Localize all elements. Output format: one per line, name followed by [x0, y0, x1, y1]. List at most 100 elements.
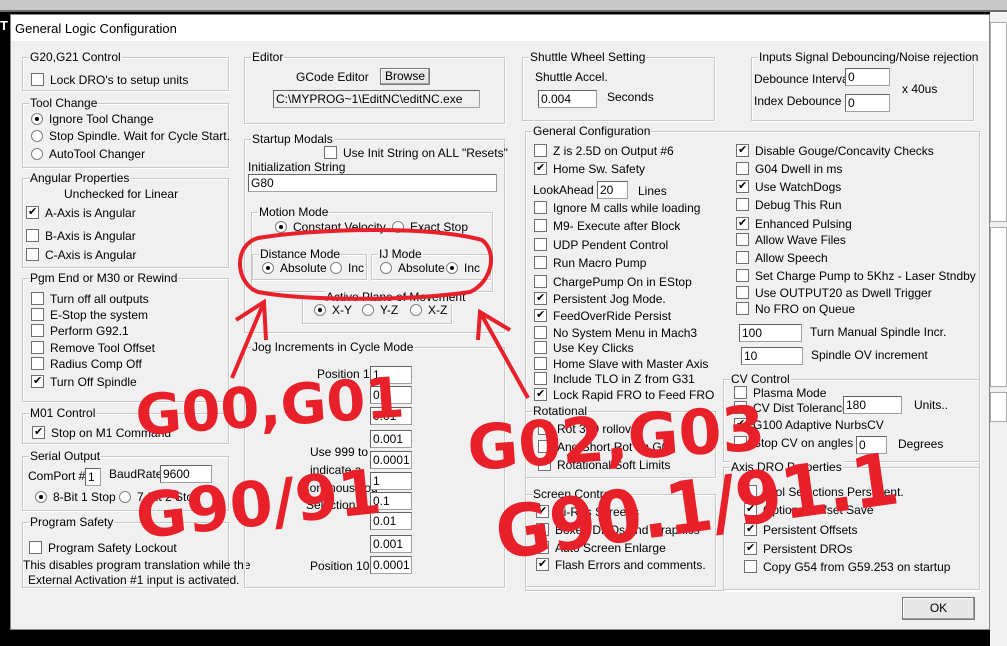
editor-path-field[interactable]: C:\MYPROG~1\EditNC\editNC.exe [273, 90, 480, 108]
angular-axis-checkbox-3[interactable]: C-Axis is Angular [26, 248, 136, 262]
checkbox[interactable] [534, 291, 547, 305]
checkbox[interactable] [736, 302, 749, 315]
axis-dro-checkbox-4[interactable]: Persistent DROs [744, 541, 852, 556]
checkbox[interactable] [736, 286, 749, 299]
general-left-checkbox-2[interactable]: Home Sw. Safety [534, 161, 645, 176]
angular-axis-checkbox-1[interactable]: A-Axis is Angular [26, 205, 136, 220]
browse-button[interactable]: Browse [380, 68, 430, 85]
checkbox[interactable] [26, 229, 39, 242]
angular-axis-checkbox-2[interactable]: B-Axis is Angular [26, 229, 136, 243]
pgm-end-checkbox-5[interactable]: Radius Comp Off [31, 357, 142, 371]
general-right-checkbox-3[interactable]: Use WatchDogs [736, 179, 841, 194]
checkbox[interactable] [534, 238, 547, 251]
radio-button[interactable] [119, 491, 131, 503]
radio-button[interactable] [446, 262, 458, 274]
radio-button[interactable] [392, 221, 404, 233]
tool-change-option-2[interactable]: Stop Spindle. Wait for Cycle Start. [31, 129, 230, 143]
checkbox[interactable] [534, 256, 547, 269]
general-right-checkbox-9[interactable]: Use OUTPUT20 as Dwell Trigger [736, 286, 932, 300]
general-right-checkbox-1[interactable]: Disable Gouge/Concavity Checks [736, 143, 934, 158]
ij-inc-radio[interactable]: Inc [446, 261, 480, 275]
general-right-checkbox-5[interactable]: Enhanced Pulsing [736, 216, 852, 231]
distance-absolute-radio[interactable]: Absolute [262, 261, 327, 275]
checkbox[interactable] [744, 541, 757, 555]
general-right-checkbox-2[interactable]: G04 Dwell in ms [736, 162, 842, 176]
checkbox[interactable] [736, 251, 749, 264]
checkbox[interactable] [736, 198, 749, 211]
general-left-checkbox-9[interactable]: Use Key Clicks [534, 341, 634, 355]
general-left-checkbox-5[interactable]: ChargePump On in EStop [534, 275, 692, 289]
jog-position-9-input[interactable]: 0.001 [370, 535, 412, 553]
general-left-checkbox-1[interactable]: Z is 2.5D on Output #6 [534, 144, 674, 158]
tool-change-option-1[interactable]: Ignore Tool Change [31, 112, 154, 126]
general-left-checkbox-7[interactable]: FeedOverRide Persist [534, 308, 671, 323]
checkbox[interactable] [31, 357, 44, 370]
general-right-checkbox-4[interactable]: Debug This Run [736, 198, 842, 212]
checkbox[interactable] [736, 216, 749, 230]
radio-button[interactable] [35, 491, 47, 503]
general-left-checkbox-4[interactable]: Run Macro Pump [534, 256, 646, 270]
lock-dros-checkbox-1[interactable]: Lock DRO's to setup units [31, 73, 188, 87]
checkbox[interactable] [534, 372, 547, 385]
shuttle-accel-input[interactable]: 0.004 [538, 90, 597, 108]
serial-8bit-radio[interactable]: 8-Bit 1 Stop [35, 490, 116, 504]
radio-button[interactable] [410, 304, 422, 316]
general-left-checkbox-3[interactable]: UDP Pendent Control [534, 238, 668, 252]
pgm-end-checkbox-6[interactable]: Turn Off Spindle [31, 374, 137, 389]
tool-change-option-3[interactable]: AutoTool Changer [31, 147, 145, 161]
general-right-checkbox-7[interactable]: Allow Speech [736, 251, 828, 265]
checkbox[interactable] [736, 143, 749, 157]
index-debounce-input[interactable]: 0 [845, 94, 890, 112]
checkbox[interactable] [534, 275, 547, 288]
ok-button[interactable]: OK [902, 597, 975, 620]
general-left-checkbox-8[interactable]: No System Menu in Mach3 [534, 326, 697, 340]
checkbox[interactable] [736, 162, 749, 175]
checkbox[interactable] [29, 541, 42, 554]
spindle-incr-input[interactable]: 100 [739, 324, 802, 342]
distance-inc-radio[interactable]: Inc [330, 261, 364, 275]
checkbox[interactable] [534, 201, 547, 214]
checkbox[interactable] [31, 324, 44, 337]
constant-velocity-radio[interactable]: Constant Velocity [275, 220, 386, 234]
checkbox[interactable] [324, 146, 337, 159]
checkbox[interactable] [534, 161, 547, 175]
checkbox[interactable] [736, 233, 749, 246]
axis-dro-checkbox-5[interactable]: Copy G54 from G59.253 on startup [744, 560, 950, 574]
comport-input[interactable]: 1 [85, 468, 101, 486]
general-right-checkbox-8[interactable]: Set Charge Pump to 5Khz - Laser Stndby [736, 269, 976, 283]
lookahead-input[interactable]: 20 [597, 181, 628, 199]
checkbox[interactable] [534, 308, 547, 322]
general-right-checkbox-6[interactable]: Allow Wave Files [736, 233, 846, 247]
plane-yz-radio[interactable]: Y-Z [362, 303, 398, 317]
general-right-checkbox-10[interactable]: No FRO on Queue [736, 302, 855, 316]
checkbox[interactable] [32, 425, 45, 439]
pgm-end-checkbox-3[interactable]: Perform G92.1 [31, 324, 129, 338]
radio-button[interactable] [380, 262, 392, 274]
general-left-checkbox-2[interactable]: M9- Execute after Block [534, 219, 680, 233]
spindle-ov-input[interactable]: 10 [741, 347, 803, 365]
use-init-string-checkbox[interactable]: Use Init String on ALL "Resets" [324, 146, 508, 160]
general-left-checkbox-10[interactable]: Home Slave with Master Axis [534, 357, 708, 371]
radio-button[interactable] [31, 130, 43, 142]
radio-button[interactable] [31, 113, 43, 125]
radio-button[interactable] [314, 304, 326, 316]
title-bar[interactable]: General Logic Configuration [11, 15, 989, 41]
initialization-string-input[interactable]: G80 [248, 174, 497, 192]
radio-button[interactable] [362, 304, 374, 316]
checkbox[interactable] [534, 144, 547, 157]
general-left-checkbox-11[interactable]: Include TLO in Z from G31 [534, 372, 695, 386]
checkbox[interactable] [26, 205, 39, 219]
checkbox[interactable] [744, 560, 757, 573]
radio-button[interactable] [262, 262, 274, 274]
radio-button[interactable] [330, 262, 342, 274]
general-left-checkbox-1[interactable]: Ignore M calls while loading [534, 201, 700, 215]
exact-stop-radio[interactable]: Exact Stop [392, 220, 468, 234]
checkbox[interactable] [31, 374, 44, 388]
checkbox[interactable] [534, 357, 547, 370]
radio-button[interactable] [275, 221, 287, 233]
checkbox[interactable] [31, 292, 44, 305]
jog-position-4-input[interactable]: 0.001 [370, 430, 412, 448]
checkbox[interactable] [736, 269, 749, 282]
checkbox[interactable] [31, 73, 44, 86]
checkbox[interactable] [534, 326, 547, 339]
